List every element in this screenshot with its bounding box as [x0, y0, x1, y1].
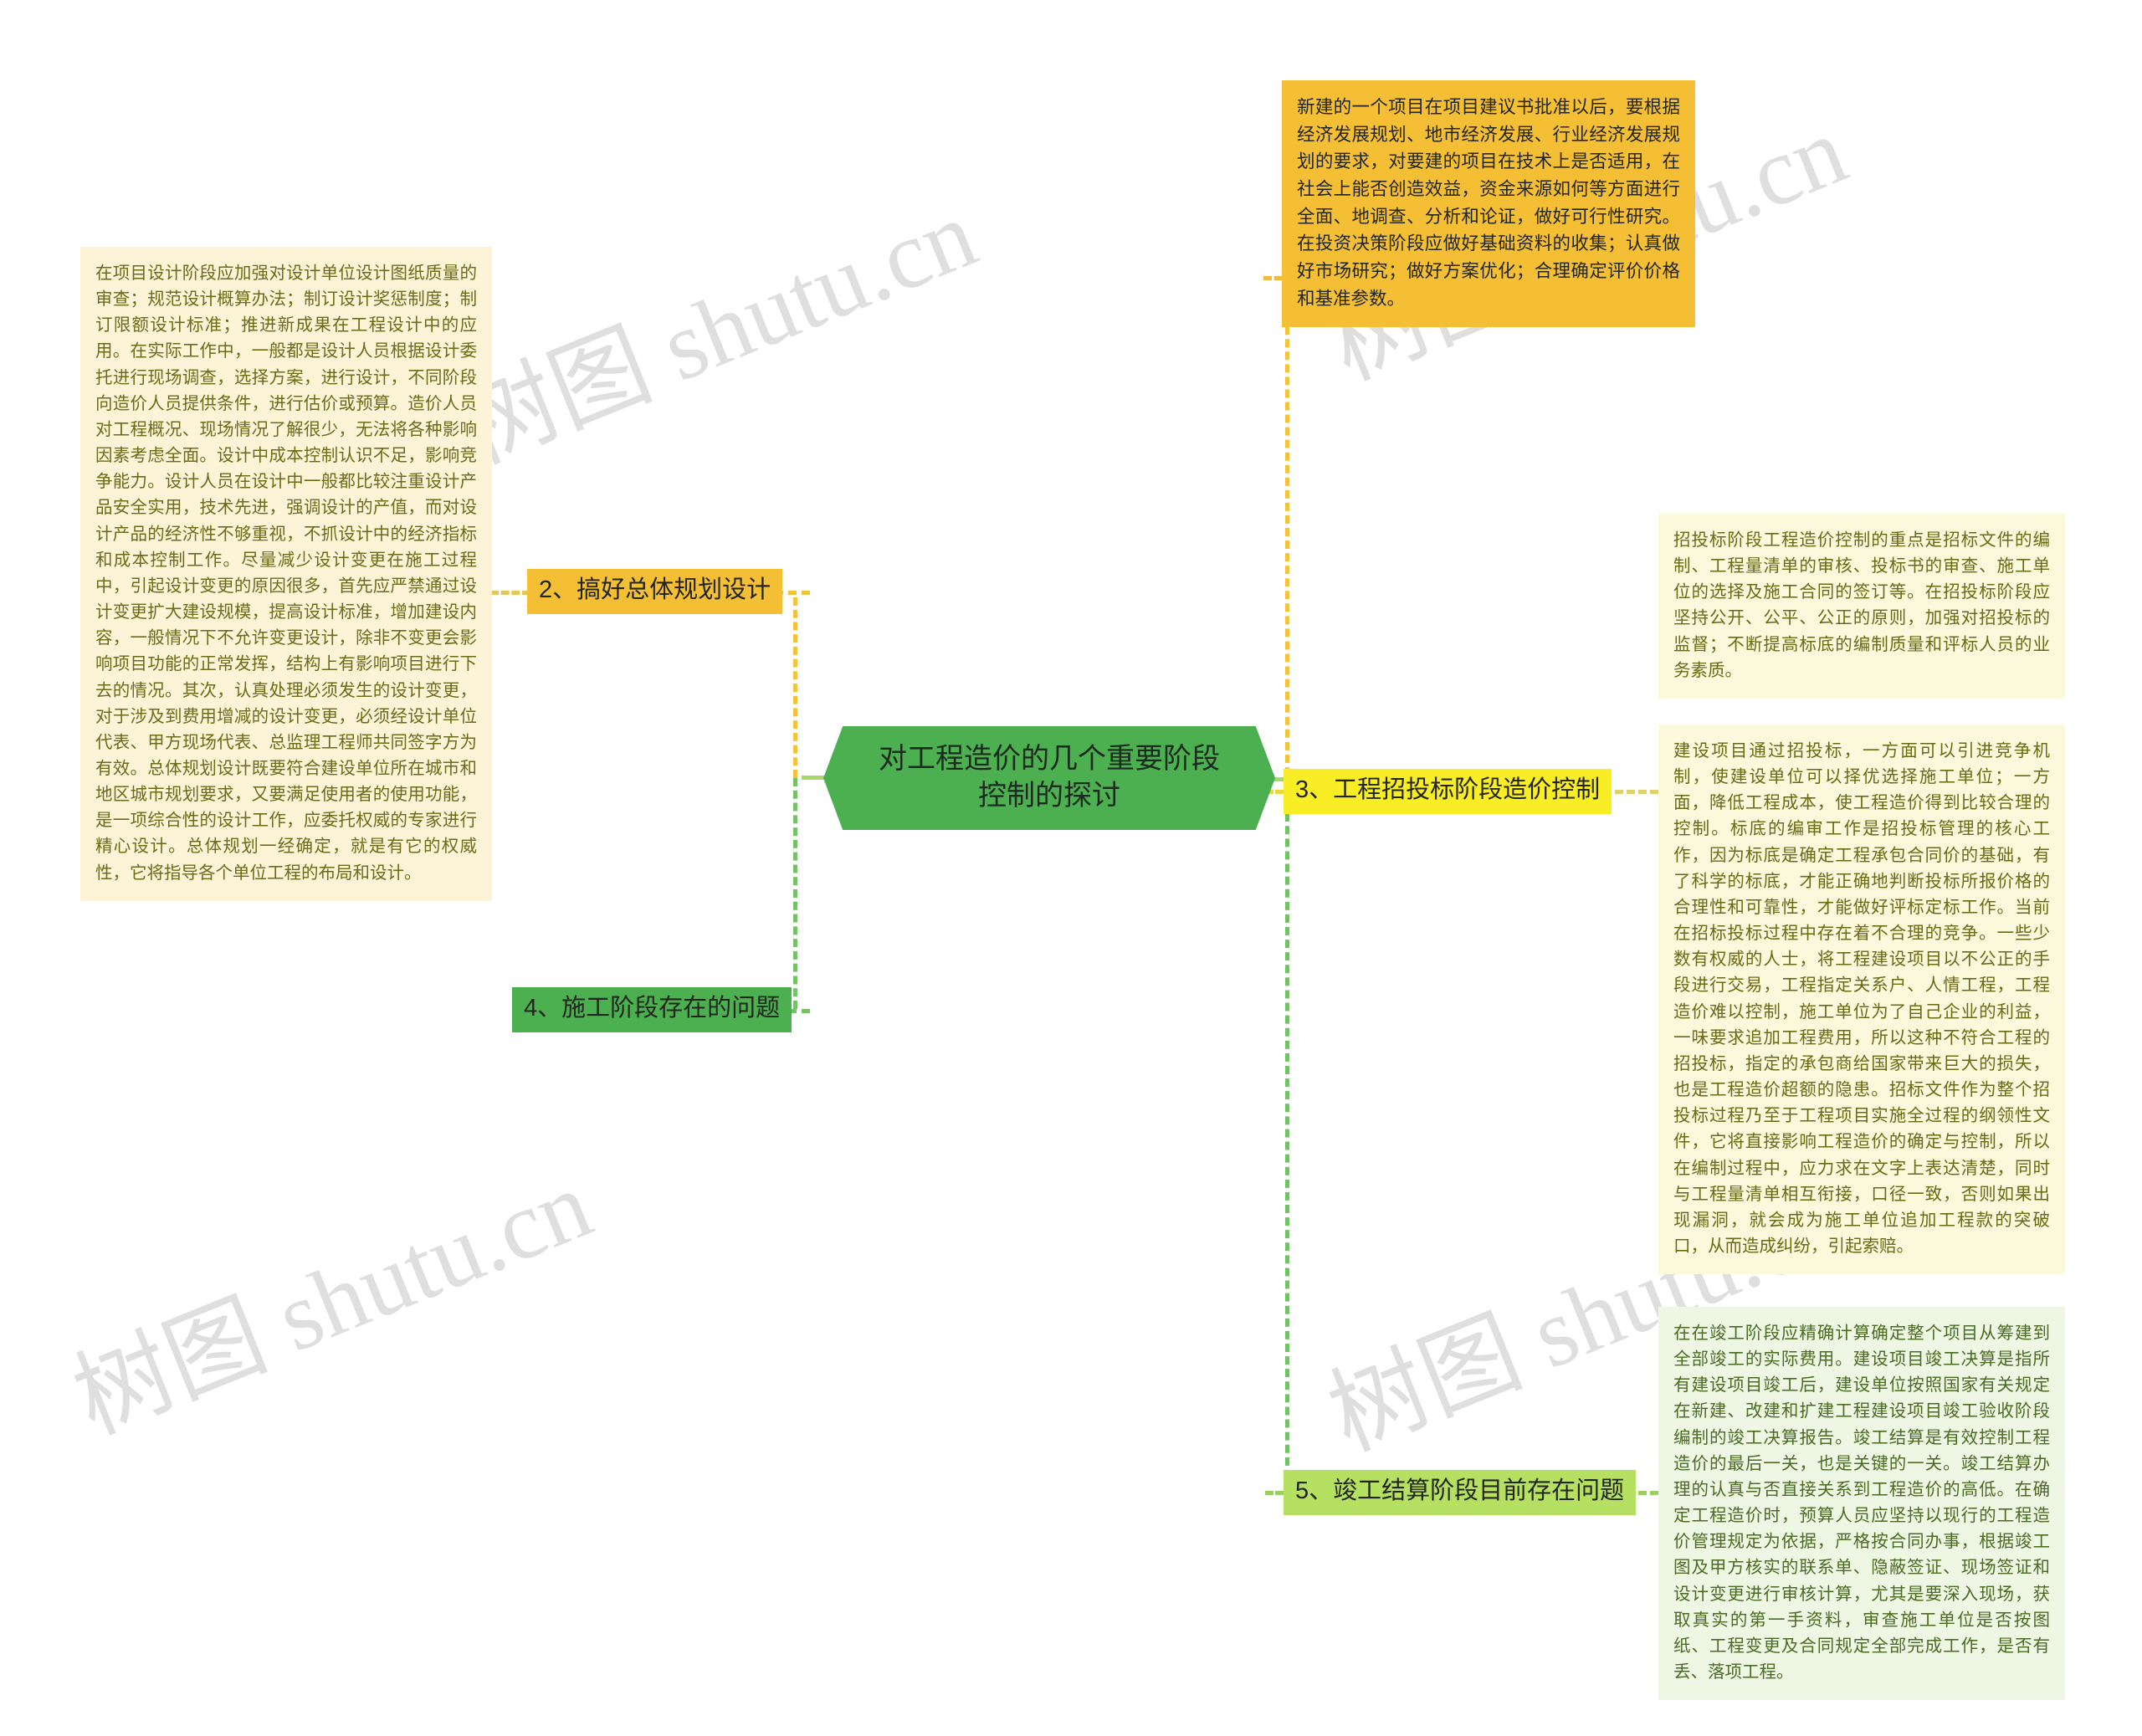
detail-bidding-analysis-text: 建设项目通过招投标，一方面可以引进竞争机制，使建设单位可以择优选择施工单位；一方…	[1673, 741, 2050, 1256]
mindmap-canvas: 树图 shutu.cn 树图 shutu.cn 树图 shutu.cn 树图 s…	[0, 0, 2142, 1736]
branch-topic-planning[interactable]: 2、搞好总体规划设计	[527, 569, 783, 615]
detail-planning-design[interactable]: 在项目设计阶段应加强对设计单位设计图纸质量的审查；规范设计概算办法；制订设计奖惩…	[80, 247, 492, 901]
branch-topic-bidding-label: 3、工程招投标阶段造价控制	[1295, 776, 1601, 803]
branch-topic-construction[interactable]: 4、施工阶段存在的问题	[512, 987, 792, 1033]
detail-bidding-overview[interactable]: 招投标阶段工程造价控制的重点是招标文件的编制、工程量清单的审核、投标书的审查、施…	[1658, 514, 2065, 699]
connector-central-left-stub	[802, 776, 827, 780]
watermark: 树图 shutu.cn	[59, 1150, 606, 1455]
branch-topic-bidding[interactable]: 3、工程招投标阶段造价控制	[1284, 769, 1612, 815]
branch-topic-settlement[interactable]: 5、竣工结算阶段目前存在问题	[1284, 1470, 1637, 1516]
detail-investment-decision[interactable]: 新建的一个项目在项目建议书批准以后，要根据经济发展规划、地市经济发展、行业经济发…	[1282, 80, 1695, 328]
detail-settlement-text: 在在竣工阶段应精确计算确定整个项目从筹建到全部竣工的实际费用。建设项目竣工决算是…	[1673, 1324, 2050, 1682]
detail-settlement[interactable]: 在在竣工阶段应精确计算确定整个项目从筹建到全部竣工的实际费用。建设项目竣工决算是…	[1658, 1307, 2065, 1701]
central-topic-node[interactable]: 对工程造价的几个重要阶段控制的探讨	[823, 726, 1275, 830]
connector-left-spine-lower	[793, 778, 797, 1009]
central-topic-label: 对工程造价的几个重要阶段控制的探讨	[879, 743, 1220, 812]
connector-bidding-to-details	[1615, 790, 1658, 794]
detail-planning-design-text: 在项目设计阶段应加强对设计单位设计图纸质量的审查；规范设计概算办法；制订设计奖惩…	[95, 264, 477, 883]
connector-left-spine-upper	[793, 597, 797, 778]
branch-topic-construction-label: 4、施工阶段存在的问题	[524, 995, 781, 1022]
detail-bidding-overview-text: 招投标阶段工程造价控制的重点是招标文件的编制、工程量清单的审核、投标书的审查、施…	[1673, 530, 2050, 680]
branch-topic-settlement-label: 5、竣工结算阶段目前存在问题	[1295, 1477, 1625, 1504]
connector-right-spine-lower	[1285, 788, 1289, 1491]
detail-bidding-analysis[interactable]: 建设项目通过招投标，一方面可以引进竞争机制，使建设单位可以择优选择施工单位；一方…	[1658, 725, 2065, 1275]
detail-investment-decision-text: 新建的一个项目在项目建议书批准以后，要根据经济发展规划、地市经济发展、行业经济发…	[1297, 97, 1680, 309]
connector-right-spine-upper	[1285, 276, 1289, 788]
branch-topic-planning-label: 2、搞好总体规划设计	[539, 576, 771, 603]
connector-planning-to-detail	[490, 591, 530, 595]
watermark: 树图 shutu.cn	[444, 180, 991, 484]
